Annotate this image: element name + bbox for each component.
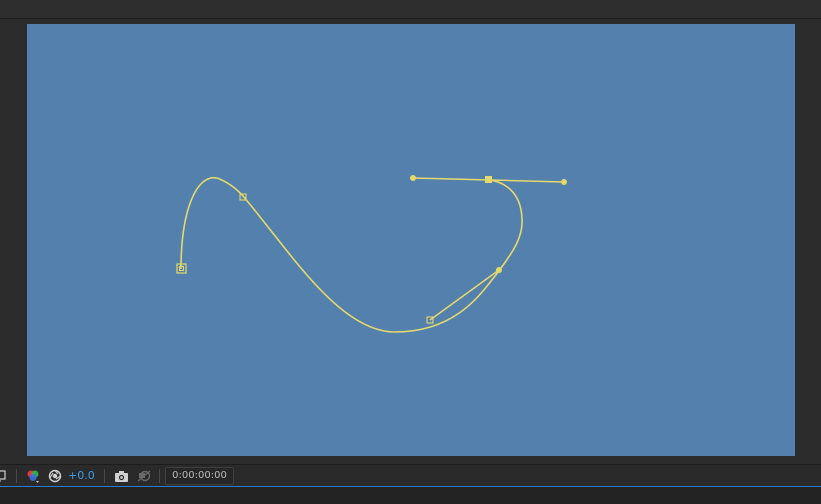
motion-path-overlay: [176, 175, 567, 333]
toolbar-separator: [16, 469, 17, 483]
current-time-display[interactable]: 0:00:00:00: [165, 467, 234, 485]
panel-tab-bar: [0, 0, 821, 19]
motion-path-curve[interactable]: [180, 177, 523, 333]
bezier-handle-point[interactable]: [410, 175, 416, 181]
panel-footer: [0, 487, 821, 504]
viewer-bottom-toolbar: +0.0 0:00:00:00: [0, 464, 821, 487]
show-snapshot-icon[interactable]: [136, 468, 152, 484]
selected-keyframe-vertex[interactable]: [485, 176, 492, 183]
bezier-handle-point[interactable]: [561, 179, 567, 185]
reset-exposure-icon[interactable]: [47, 468, 63, 484]
viewer-area: [0, 19, 821, 463]
toolbar-separator: [159, 469, 160, 483]
composition-viewer-panel: +0.0 0:00:00:00: [0, 0, 821, 504]
bezier-handle-point[interactable]: [496, 267, 502, 273]
composition-canvas[interactable]: [27, 24, 795, 456]
color-channels-icon[interactable]: [25, 468, 41, 484]
camera-snapshot-icon[interactable]: [113, 468, 129, 484]
toolbar-separator: [104, 469, 105, 483]
bezier-handle-line: [429, 269, 500, 321]
region-of-interest-icon[interactable]: [0, 468, 10, 484]
exposure-value[interactable]: +0.0: [68, 469, 95, 483]
